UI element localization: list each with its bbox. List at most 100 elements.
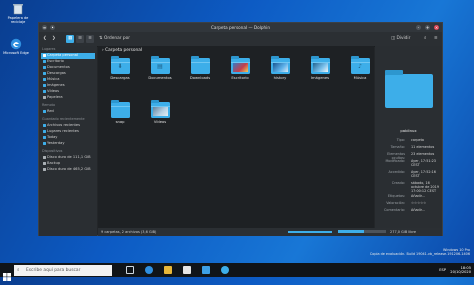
- mail-icon[interactable]: [202, 266, 210, 274]
- folder-icon: ♪: [350, 56, 370, 74]
- language-indicator[interactable]: ESP: [439, 268, 446, 272]
- windows-start-icon[interactable]: [3, 266, 11, 281]
- system-tray[interactable]: 18:05 20/10/2020: [450, 266, 471, 274]
- file-item[interactable]: ▤ Documentos: [142, 56, 178, 80]
- file-explorer-icon[interactable]: [164, 266, 172, 274]
- info-key: Accedido:: [388, 170, 405, 174]
- split-button[interactable]: ◫ Dividir: [391, 35, 410, 43]
- details-view-button[interactable]: ≡: [86, 35, 94, 43]
- file-item[interactable]: ⬇ Descargas: [102, 56, 138, 80]
- sidebar-item-network[interactable]: Red: [41, 109, 95, 115]
- search-icon: ⌕: [17, 267, 20, 273]
- info-row: Valoración: ☆☆☆☆☆: [377, 201, 440, 205]
- close-button[interactable]: ×: [434, 24, 439, 30]
- sort-label: Ordenar por: [103, 36, 131, 41]
- folder-thumbnail-icon: [150, 100, 170, 118]
- hamburger-menu-icon[interactable]: ≡: [434, 35, 438, 43]
- forward-icon[interactable]: ❯: [52, 35, 56, 43]
- section-header: Dispositivos: [42, 149, 63, 153]
- status-bar: 9 carpetas, 2 archivos (3,6 GiB) 277,0 G…: [98, 228, 442, 236]
- info-value: 23 elementos: [411, 152, 435, 156]
- info-name: pablinux: [400, 128, 417, 133]
- folder-icon: ▤: [150, 56, 170, 74]
- breadcrumb-home[interactable]: Carpeta personal: [105, 48, 142, 53]
- file-item[interactable]: ♪ Música: [342, 56, 378, 80]
- search-icon[interactable]: ⌕: [424, 35, 426, 43]
- file-view[interactable]: › Carpeta personal ⬇ Descargas ▤ Documentos…: [98, 46, 374, 236]
- dolphin-taskbar-icon[interactable]: [221, 266, 229, 274]
- chevron-right-icon: ›: [102, 48, 104, 53]
- info-row: Modificado: Ayer, 17:51:23 CEST: [377, 159, 440, 167]
- file-item[interactable]: Vídeos: [142, 100, 178, 124]
- folder-thumbnail-icon: [270, 56, 290, 74]
- sidebar-item-desktop[interactable]: Escritorio: [41, 59, 95, 65]
- toolbar: ❮ ❯ ▦ ☰ ≡ ⇅ Ordenar por ◫ Dividir ⌕ ≡: [39, 32, 442, 47]
- file-item[interactable]: Imágenes: [302, 56, 338, 80]
- window-title: Carpeta personal — Dolphin: [211, 25, 270, 30]
- sidebar-item-recent-files[interactable]: Archivos recientes: [41, 123, 95, 129]
- windows-watermark: Windows 10 Pro Copia de evaluación. Buil…: [370, 248, 470, 257]
- sidebar-item-music[interactable]: Música: [41, 77, 95, 83]
- folder-icon: [190, 56, 210, 74]
- sort-button[interactable]: ⇅ Ordenar por: [99, 35, 130, 43]
- split-icon: ◫: [391, 36, 396, 41]
- section-header: Lugares: [42, 47, 56, 51]
- sidebar-item-downloads[interactable]: Descargas: [41, 71, 95, 77]
- file-name: Descargas: [110, 76, 130, 80]
- info-key: Modificado:: [385, 159, 405, 163]
- info-key: Tipo:: [396, 138, 405, 142]
- info-value: carpeta: [411, 138, 424, 142]
- info-value: Ayer, 17:52:16 CEST: [411, 170, 436, 178]
- minimize-button[interactable]: -: [416, 24, 421, 30]
- info-key: Etiquetas:: [387, 194, 405, 198]
- watermark-line: Copia de evaluación. Build 19041.vb_rele…: [369, 252, 470, 257]
- sidebar-item-today[interactable]: Today: [41, 135, 95, 141]
- icons-view-button[interactable]: ▦: [66, 35, 74, 43]
- sidebar-item-documents[interactable]: Documentos: [41, 65, 95, 71]
- title-bar[interactable]: ≡ • Carpeta personal — Dolphin - + ×: [39, 23, 442, 32]
- sidebar-item-disk-1[interactable]: Disco duro de 111,1 GiB: [41, 155, 95, 161]
- task-view-icon[interactable]: [126, 266, 134, 274]
- maximize-button[interactable]: +: [425, 24, 430, 30]
- information-panel: pablinux Tipo: carpeta Tamaño: 11 elementos…: [375, 46, 442, 228]
- info-row: Elementos ocultos: 23 elementos: [377, 152, 440, 160]
- info-key: Tamaño:: [390, 145, 405, 149]
- sidebar-item-pictures[interactable]: Imágenes: [41, 83, 95, 89]
- taskbar-search-input[interactable]: ⌕ Escribe aquí para buscar: [14, 264, 112, 276]
- split-label: Dividir: [396, 36, 411, 41]
- breadcrumb[interactable]: › Carpeta personal: [102, 48, 142, 53]
- info-row: Tipo: carpeta: [377, 138, 440, 142]
- back-icon[interactable]: ❮: [43, 35, 47, 43]
- sidebar-item-videos[interactable]: Vídeos: [41, 89, 95, 95]
- sidebar-item-disk-2[interactable]: Disco duro de 465,2 GiB: [41, 167, 95, 173]
- zoom-slider[interactable]: [288, 231, 332, 233]
- recycle-bin-icon: [11, 3, 25, 15]
- sidebar-item-backup[interactable]: Backup: [41, 161, 95, 167]
- file-name: Imágenes: [310, 76, 330, 80]
- file-item[interactable]: snap: [102, 100, 138, 124]
- desktop-icon-edge[interactable]: Microsoft Edge: [1, 38, 31, 55]
- clock-date: 20/10/2020: [450, 270, 471, 274]
- store-icon[interactable]: [183, 266, 191, 274]
- file-name: Vídeos: [153, 120, 167, 124]
- file-item[interactable]: Escritorio: [222, 56, 258, 80]
- desktop-icon-recycle-bin[interactable]: Papelera de reciclaje: [3, 3, 33, 24]
- places-panel: Lugares Carpeta personal Escritorio Docu…: [39, 46, 97, 236]
- sidebar-item-home[interactable]: Carpeta personal: [41, 53, 95, 59]
- info-value[interactable]: Añadir...: [411, 194, 441, 198]
- info-value[interactable]: ☆☆☆☆☆: [411, 201, 441, 205]
- free-space-bar: [338, 230, 386, 233]
- sidebar-item-yesterday[interactable]: Yesterday: [41, 141, 95, 147]
- file-name: Música: [353, 76, 367, 80]
- sidebar-item-recent-places[interactable]: Lugares recientes: [41, 129, 95, 135]
- file-item[interactable]: Downloads: [182, 56, 218, 80]
- sidebar-item-trash[interactable]: Papelera: [41, 95, 95, 101]
- compact-view-button[interactable]: ☰: [76, 35, 84, 43]
- file-name: snap: [115, 120, 125, 124]
- file-item[interactable]: history: [262, 56, 298, 80]
- section-header: Guardado recientemente: [42, 117, 85, 121]
- info-value: 11 elementos: [411, 145, 435, 149]
- info-value[interactable]: Añadir...: [411, 208, 441, 212]
- edge-taskbar-icon[interactable]: [145, 266, 153, 274]
- folder-thumbnail-icon: [230, 56, 250, 74]
